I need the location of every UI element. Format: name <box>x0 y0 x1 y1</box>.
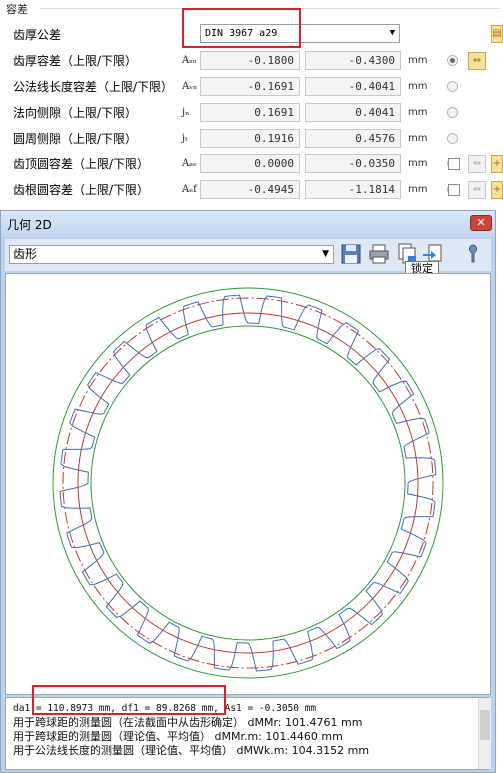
print-icon[interactable] <box>367 242 391 266</box>
tooth-thickness-tolerance-label: 齿厚公差 <box>13 28 62 42</box>
swap-arrows-icon[interactable]: ⇔ <box>468 155 486 173</box>
tolerance-row-label: 公法线长度容差（上限/下限） <box>13 80 174 94</box>
tolerance-lower-field[interactable]: -0.4300 <box>305 51 401 70</box>
tolerance-unit: mm <box>408 107 428 118</box>
tolerance-row-label: 法向侧隙（上限/下限） <box>13 106 138 120</box>
tolerance-lower-field[interactable]: -0.4041 <box>305 77 401 96</box>
tolerance-upper-field[interactable]: -0.1691 <box>200 77 300 96</box>
tolerance-row-symbol: Aₐₑ <box>182 158 197 169</box>
chevron-down-icon: ▼ <box>322 249 329 259</box>
tolerance-row-label: 齿根圆容差（上限/下限） <box>13 183 150 197</box>
tolerance-select-radio[interactable] <box>447 107 458 118</box>
tolerance-unit: mm <box>408 55 428 66</box>
pitch-circle-outer <box>62 297 434 669</box>
tolerance-select-radio[interactable] <box>447 55 458 66</box>
tolerance-lower-field[interactable]: 0.4576 <box>305 129 401 148</box>
tolerance-select-radio[interactable] <box>447 133 458 144</box>
tolerance-lower-field[interactable]: 0.4041 <box>305 103 401 122</box>
view-select-value: 齿形 <box>13 247 38 261</box>
chevron-down-icon: ▼ <box>389 28 395 38</box>
tolerance-unit: mm <box>408 158 428 169</box>
tolerance-row-symbol: Aᵥₙ <box>182 81 198 92</box>
tolerance-checkbox[interactable] <box>448 184 460 196</box>
tolerance-row-label: 圆周侧隙（上限/下限） <box>13 132 138 146</box>
outer-circle <box>52 287 444 679</box>
tolerance-row-symbol: Aₛₙ <box>182 55 197 66</box>
view-select[interactable]: 齿形 ▼ <box>9 245 334 264</box>
folder-icon[interactable]: ▤ <box>491 25 503 43</box>
highlight-box-tolerance <box>182 8 301 48</box>
tolerance-upper-field[interactable]: 0.1691 <box>200 103 300 122</box>
tolerance-checkbox[interactable] <box>448 158 460 170</box>
highlight-box-diameters <box>32 685 226 715</box>
tolerance-unit: mm <box>408 133 428 144</box>
add-icon[interactable]: + <box>491 181 503 199</box>
tolerance-select-radio[interactable] <box>447 81 458 92</box>
tolerance-row-symbol: jₜ <box>182 133 188 144</box>
swap-arrows-icon[interactable]: ⇔ <box>468 181 486 199</box>
tolerance-lower-field[interactable]: -1.1814 <box>305 180 401 199</box>
gear-drawing-canvas[interactable] <box>5 273 491 695</box>
close-button[interactable]: ✕ <box>470 215 492 231</box>
tolerance-unit: mm <box>408 184 428 195</box>
tolerance-row-label: 齿顶圆容差（上限/下限） <box>13 157 150 171</box>
tolerance-upper-field[interactable]: 0.0000 <box>200 154 300 173</box>
pitch-circle-inner <box>77 312 419 654</box>
save-icon[interactable] <box>339 242 363 266</box>
scrollbar-thumb[interactable] <box>480 710 490 740</box>
tolerance-upper-field[interactable]: -0.4945 <box>200 180 300 199</box>
output-line-3: 用于跨球距的测量圆（理论值、平均值） dMMr.m: 101.4460 mm <box>13 730 343 743</box>
tolerance-row-symbol: Aₑf <box>182 184 197 195</box>
settings-wrench-icon[interactable] <box>461 242 485 266</box>
tooth-profile-curve <box>59 294 437 672</box>
window-titlebar[interactable]: 几何 2D ✕ <box>1 211 495 237</box>
inner-circle <box>90 325 406 641</box>
gear-2d-drawing <box>52 287 444 679</box>
section-title: 容差 <box>6 3 28 16</box>
right-edge <box>496 205 503 773</box>
output-line-2: 用于跨球距的测量圆（在法截面中从齿形确定） dMMr: 101.4761 mm <box>13 716 363 729</box>
add-icon[interactable]: + <box>491 155 503 173</box>
window-title: 几何 2D <box>7 218 52 232</box>
output-line-4: 用于公法线长度的测量圆（理论值、平均值） dMWk.m: 104.3152 mm <box>13 744 370 757</box>
geometry-2d-window: 几何 2D ✕ 齿形 ▼ 锁定 da1 = 110.8973 mm, df1 =… <box>0 210 496 773</box>
tolerance-panel: 容差 齿厚公差 DIN 3967 a29 ▼ ▤ 齿厚容差（上限/下限） Aₛₙ… <box>0 0 503 205</box>
swap-arrows-icon[interactable]: ⇔ <box>468 52 486 70</box>
tolerance-row-label: 齿厚容差（上限/下限） <box>13 54 138 68</box>
tolerance-unit: mm <box>408 81 428 92</box>
tolerance-lower-field[interactable]: -0.0350 <box>305 154 401 173</box>
tolerance-row-symbol: jₙ <box>182 107 190 118</box>
tolerance-upper-field[interactable]: -0.1800 <box>200 51 300 70</box>
tolerance-upper-field[interactable]: 0.1916 <box>200 129 300 148</box>
output-scrollbar[interactable] <box>478 698 491 769</box>
